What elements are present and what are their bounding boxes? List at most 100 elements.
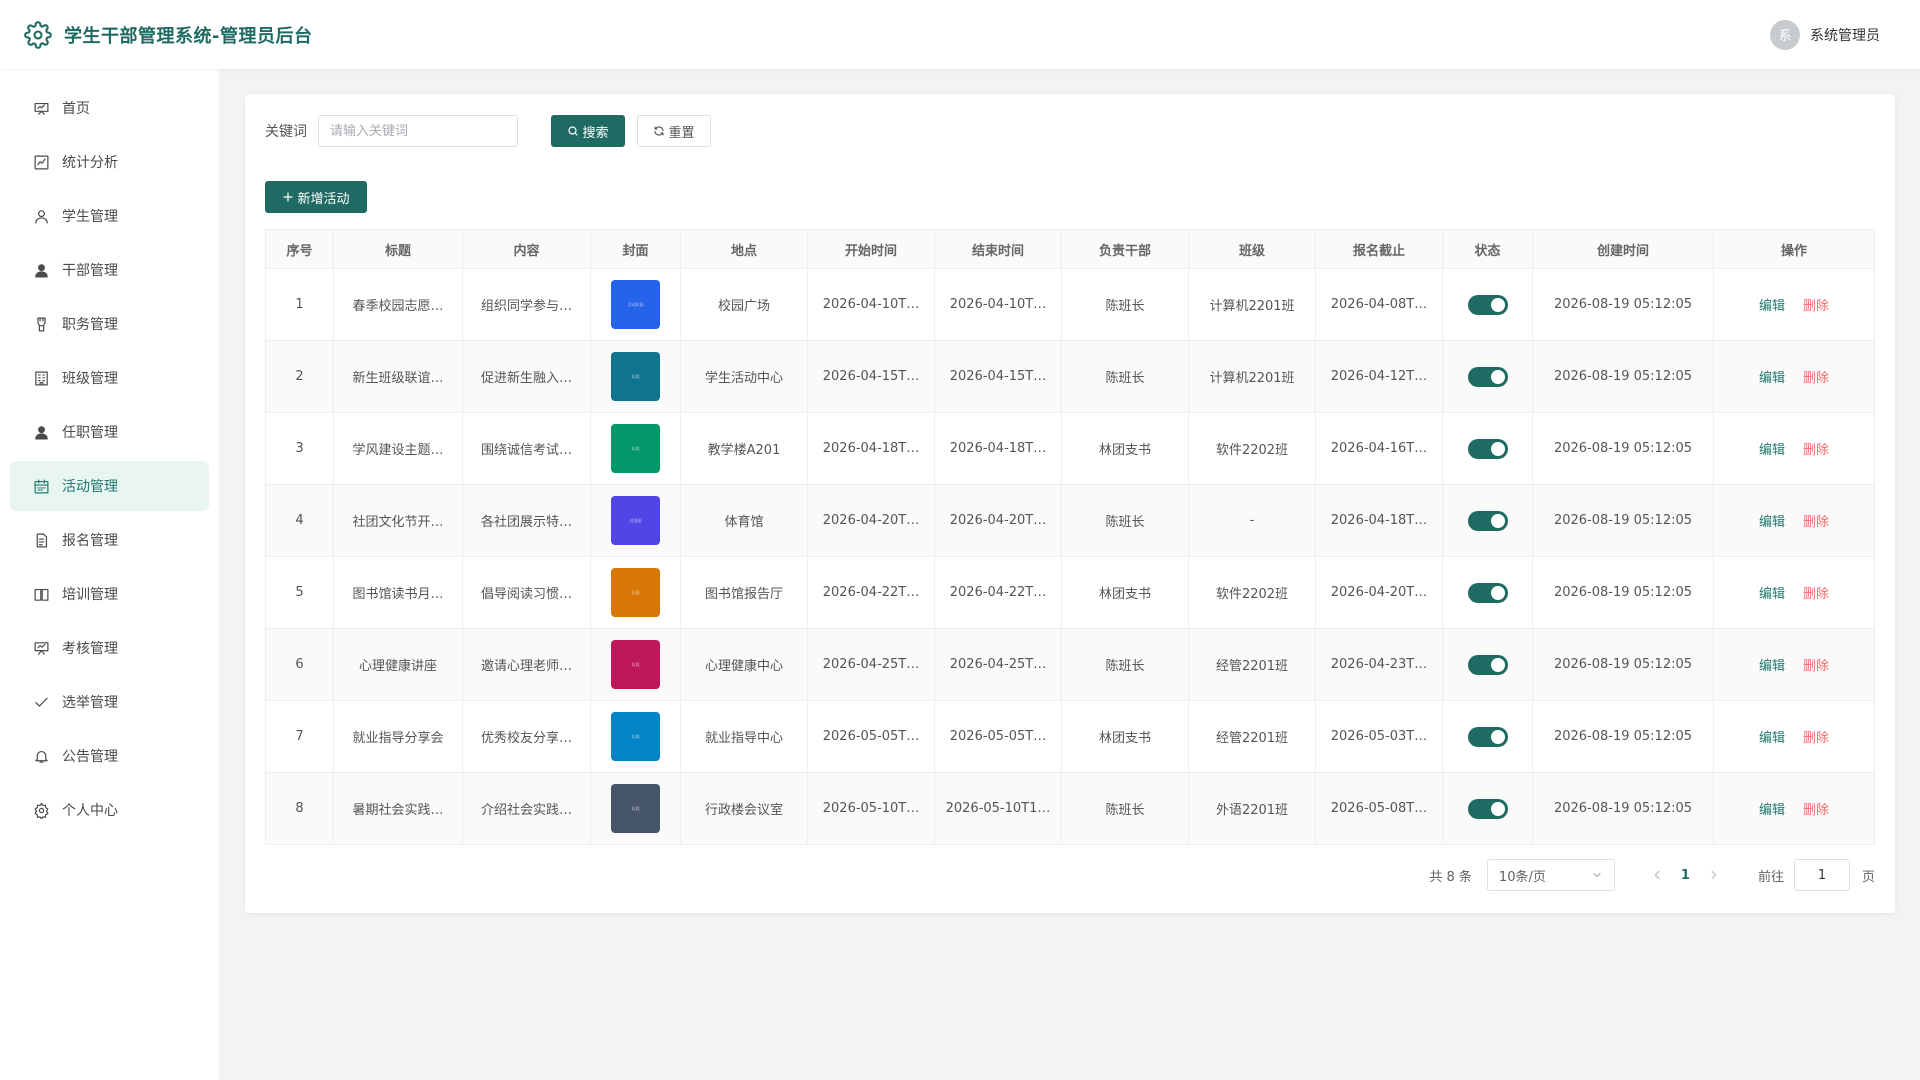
delete-button[interactable]: 删除 xyxy=(1803,511,1829,530)
delete-button[interactable]: 删除 xyxy=(1803,583,1829,602)
status-toggle[interactable] xyxy=(1467,366,1508,387)
next-page-icon[interactable] xyxy=(1707,868,1721,882)
start-time: 2026-05-05T… xyxy=(807,700,935,773)
cover-cell: 封面 xyxy=(590,412,681,485)
start-time: 2026-04-22T… xyxy=(807,556,935,629)
edit-button[interactable]: 编辑 xyxy=(1759,439,1785,458)
user-menu[interactable]: 系 系统管理员 xyxy=(1770,19,1900,50)
sidebar-item-calendar[interactable]: 活动管理 xyxy=(10,461,209,511)
sidebar-item-check[interactable]: 选举管理 xyxy=(10,677,209,727)
status-toggle[interactable] xyxy=(1467,654,1508,675)
column-header: 结束时间 xyxy=(934,229,1062,269)
cover-image-text: 封面 xyxy=(631,805,640,811)
row-index: 3 xyxy=(265,412,334,485)
sidebar-item-settings[interactable]: 个人中心 xyxy=(10,785,209,835)
avatar[interactable]: 系 xyxy=(1770,19,1800,50)
end-time: 2026-04-10T… xyxy=(934,268,1062,341)
edit-button[interactable]: 编辑 xyxy=(1759,799,1785,818)
status-toggle[interactable] xyxy=(1467,294,1508,315)
status-toggle[interactable] xyxy=(1467,726,1508,747)
edit-button[interactable]: 编辑 xyxy=(1759,367,1785,386)
activity-title: 学风建设主题… xyxy=(333,412,463,485)
activity-place: 图书馆报告厅 xyxy=(680,556,808,629)
sidebar-item-label: 任职管理 xyxy=(62,425,118,441)
sidebar-item-chart[interactable]: 统计分析 xyxy=(10,137,209,187)
delete-button[interactable]: 删除 xyxy=(1803,439,1829,458)
status-cell xyxy=(1442,628,1533,701)
activity-content: 围绕诚信考试… xyxy=(462,412,591,485)
row-index: 2 xyxy=(265,340,334,413)
check-icon xyxy=(35,697,48,707)
column-header: 操作 xyxy=(1713,229,1875,269)
add-activity-button[interactable]: 新增活动 xyxy=(265,181,367,213)
status-cell xyxy=(1442,340,1533,413)
status-toggle[interactable] xyxy=(1467,438,1508,459)
status-toggle[interactable] xyxy=(1467,798,1508,819)
book-icon xyxy=(34,588,49,601)
sidebar-item-document[interactable]: 报名管理 xyxy=(10,515,209,565)
page-number-current[interactable]: 1 xyxy=(1681,868,1690,883)
sidebar-item-user[interactable]: 学生管理 xyxy=(10,191,209,241)
status-toggle[interactable] xyxy=(1467,582,1508,603)
sidebar-item-user-filled[interactable]: 任职管理 xyxy=(10,407,209,457)
sidebar-item-office-building[interactable]: 班级管理 xyxy=(10,353,209,403)
prev-page-icon[interactable] xyxy=(1650,868,1664,882)
signup-deadline: 2026-04-20T… xyxy=(1315,556,1443,629)
search-button[interactable]: 搜索 xyxy=(551,115,625,147)
sidebar-item-user-filled[interactable]: 干部管理 xyxy=(10,245,209,295)
plus-icon xyxy=(283,192,294,202)
sidebar-item-bell[interactable]: 公告管理 xyxy=(10,731,209,781)
sidebar-item-presentation[interactable]: 考核管理 xyxy=(10,623,209,673)
class-name: 软件2202班 xyxy=(1188,412,1316,485)
chart-icon xyxy=(34,155,49,169)
table-row: 6 心理健康讲座 邀请心理老师… 封面 心理健康中心 2026-04-25T… 2026-0… xyxy=(265,628,1875,701)
end-time: 2026-04-15T… xyxy=(934,340,1062,413)
edit-button[interactable]: 编辑 xyxy=(1759,295,1785,314)
activity-title: 新生班级联谊… xyxy=(333,340,463,413)
cover-cell: 封面 xyxy=(590,556,681,629)
edit-button[interactable]: 编辑 xyxy=(1759,583,1785,602)
status-cell xyxy=(1442,412,1533,485)
top-header: 学生干部管理系统-管理员后台 系 系统管理员 xyxy=(0,0,1920,69)
activity-place: 行政楼会议室 xyxy=(680,772,808,845)
user-icon xyxy=(35,209,48,223)
column-header: 标题 xyxy=(333,229,463,269)
app-title: 学生干部管理系统-管理员后台 xyxy=(64,25,313,47)
sidebar-item-label: 活动管理 xyxy=(62,479,118,495)
cover-image-text: 封面 xyxy=(631,733,640,739)
delete-button[interactable]: 删除 xyxy=(1803,655,1829,674)
edit-button[interactable]: 编辑 xyxy=(1759,655,1785,674)
column-header: 封面 xyxy=(590,229,681,269)
status-toggle[interactable] xyxy=(1467,510,1508,531)
actions-cell: 编辑 删除 xyxy=(1713,268,1875,341)
activity-place: 学生活动中心 xyxy=(680,340,808,413)
edit-button[interactable]: 编辑 xyxy=(1759,727,1785,746)
table-row: 2 新生班级联谊… 促进新生融入… 封面 学生活动中心 2026-04-15T… 2026-… xyxy=(265,340,1875,413)
signup-deadline: 2026-04-18T… xyxy=(1315,484,1443,557)
delete-button[interactable]: 删除 xyxy=(1803,367,1829,386)
table-row: 1 春季校园志愿… 组织同学参与… 活动封面 校园广场 2026-04-10T… 2026-… xyxy=(265,268,1875,341)
keyword-input[interactable] xyxy=(318,115,518,147)
pagination: 共 8 条 10条/页 1 前往 页 xyxy=(1429,859,1875,891)
activity-content: 优秀校友分享… xyxy=(462,700,591,773)
page-size-select[interactable]: 10条/页 xyxy=(1486,859,1615,891)
delete-button[interactable]: 删除 xyxy=(1803,727,1829,746)
start-time: 2026-05-10T… xyxy=(807,772,935,845)
goto-page-input[interactable] xyxy=(1793,859,1850,891)
column-header: 地点 xyxy=(680,229,808,269)
delete-button[interactable]: 删除 xyxy=(1803,295,1829,314)
sidebar-item-badge[interactable]: 职务管理 xyxy=(10,299,209,349)
activity-place: 教学楼A201 xyxy=(680,412,808,485)
created-time: 2026-08-19 05:12:05 xyxy=(1532,412,1714,485)
reset-button[interactable]: 重置 xyxy=(637,115,711,147)
status-cell xyxy=(1442,700,1533,773)
sidebar-item-book[interactable]: 培训管理 xyxy=(10,569,209,619)
delete-button[interactable]: 删除 xyxy=(1803,799,1829,818)
edit-button[interactable]: 编辑 xyxy=(1759,511,1785,530)
user-name[interactable]: 系统管理员 xyxy=(1810,25,1880,45)
row-index: 5 xyxy=(265,556,334,629)
column-header: 报名截止 xyxy=(1315,229,1443,269)
sidebar-item-home[interactable]: 首页 xyxy=(10,83,209,133)
actions-cell: 编辑 删除 xyxy=(1713,556,1875,629)
table-row: 3 学风建设主题… 围绕诚信考试… 封面 教学楼A201 2026-04-18T… 2026… xyxy=(265,412,1875,485)
